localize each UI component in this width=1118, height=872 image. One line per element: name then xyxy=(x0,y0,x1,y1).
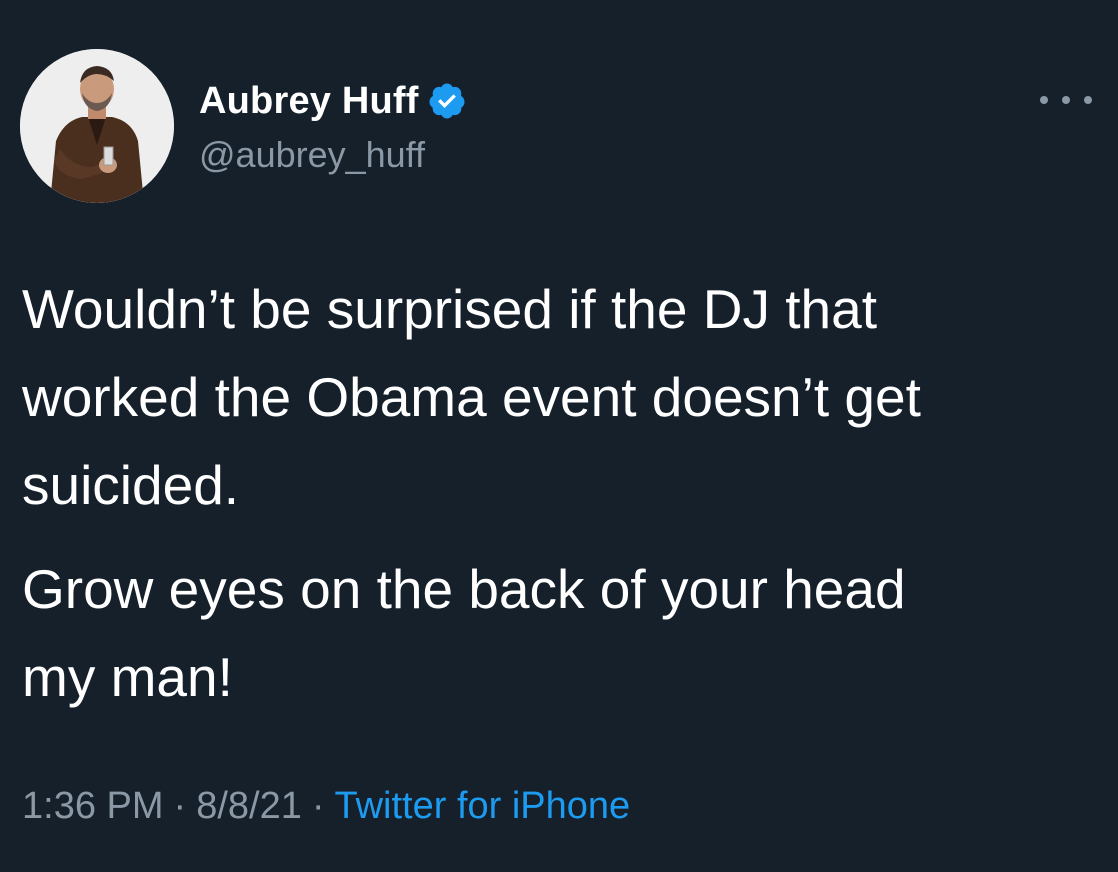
tweet-date[interactable]: 8/8/21 xyxy=(196,785,302,827)
avatar[interactable] xyxy=(20,49,174,203)
avatar-photo xyxy=(20,49,174,203)
tweet-metadata: 1:36 PM · 8/8/21 · Twitter for iPhone xyxy=(22,785,630,828)
tweet-source-link[interactable]: Twitter for iPhone xyxy=(335,785,631,827)
meta-separator: · xyxy=(173,785,187,827)
verified-badge-icon xyxy=(427,81,467,121)
more-options-icon[interactable] xyxy=(1040,90,1092,110)
tweet-text-paragraph-1: Wouldn’t be surprised if the DJ that wor… xyxy=(22,278,921,516)
more-dot xyxy=(1084,96,1092,104)
tweet-card: Aubrey Huff @aubrey_huff Wouldn’t be sur… xyxy=(0,0,1118,872)
more-dot xyxy=(1040,96,1048,104)
more-dot xyxy=(1062,96,1070,104)
meta-separator: · xyxy=(311,785,325,827)
author-handle[interactable]: @aubrey_huff xyxy=(199,134,425,176)
tweet-time[interactable]: 1:36 PM xyxy=(22,785,164,827)
tweet-text-paragraph-2: Grow eyes on the back of your head my ma… xyxy=(22,558,906,708)
author-row: Aubrey Huff xyxy=(199,78,467,124)
author-display-name[interactable]: Aubrey Huff xyxy=(199,80,419,123)
